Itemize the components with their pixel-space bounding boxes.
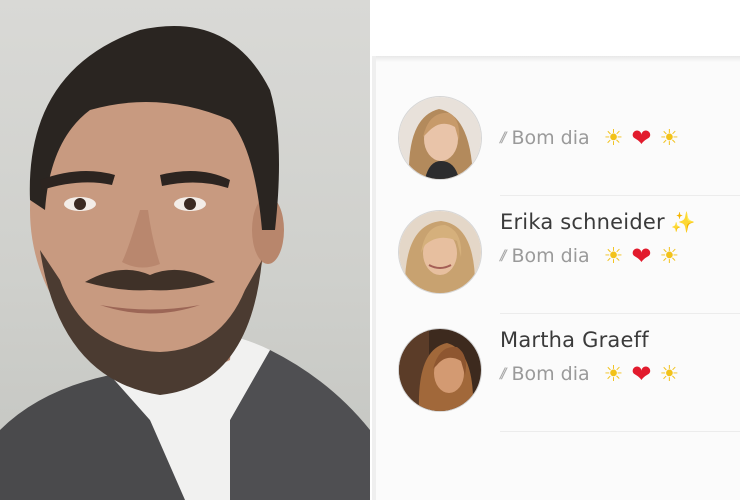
sun-emoji-icon: ☀: [603, 243, 624, 269]
man-portrait-illustration: [0, 26, 370, 500]
woman-avatar-image: [399, 97, 481, 179]
read-receipt-icon: //: [500, 130, 507, 146]
avatar[interactable]: [398, 328, 482, 412]
read-receipt-icon: //: [500, 248, 507, 264]
chat-row[interactable]: // Bom dia ☀ ❤ ☀: [372, 78, 740, 196]
sparkle-emoji-icon: ✨: [670, 210, 696, 234]
top-divider: [372, 56, 740, 62]
contact-name: Erika schneider ✨: [500, 210, 696, 234]
message-text: Bom dia: [511, 363, 590, 385]
message-preview: // Bom dia ☀ ❤ ☀: [500, 124, 683, 152]
message-preview: // Bom dia ☀ ❤ ☀: [500, 360, 683, 388]
sun-emoji-icon: ☀: [659, 125, 680, 151]
message-text: Bom dia: [511, 245, 590, 267]
chat-row[interactable]: Martha Graeff // Bom dia ☀ ❤ ☀: [372, 314, 740, 432]
heart-emoji-icon: ❤: [631, 124, 652, 152]
woman-avatar-image: [399, 211, 481, 293]
chat-row[interactable]: Erika schneider ✨ // Bom dia ☀ ❤ ☀: [372, 196, 740, 314]
avatar[interactable]: [398, 210, 482, 294]
woman-avatar-image: [399, 329, 481, 411]
contact-name: Martha Graeff: [500, 328, 649, 352]
read-receipt-icon: //: [500, 366, 507, 382]
heart-emoji-icon: ❤: [631, 360, 652, 388]
contact-name-text: Erika schneider: [500, 210, 665, 234]
message-preview: // Bom dia ☀ ❤ ☀: [500, 242, 683, 270]
chat-list: // Bom dia ☀ ❤ ☀ Erika schneider ✨ // Bom…: [372, 56, 740, 500]
sun-emoji-icon: ☀: [603, 125, 624, 151]
row-divider: [500, 431, 740, 432]
contact-name-text: Martha Graeff: [500, 328, 649, 352]
sun-emoji-icon: ☀: [603, 361, 624, 387]
message-text: Bom dia: [511, 127, 590, 149]
portrait-photo: [0, 0, 370, 500]
sun-emoji-icon: ☀: [659, 361, 680, 387]
avatar[interactable]: [398, 96, 482, 180]
sun-emoji-icon: ☀: [659, 243, 680, 269]
heart-emoji-icon: ❤: [631, 242, 652, 270]
